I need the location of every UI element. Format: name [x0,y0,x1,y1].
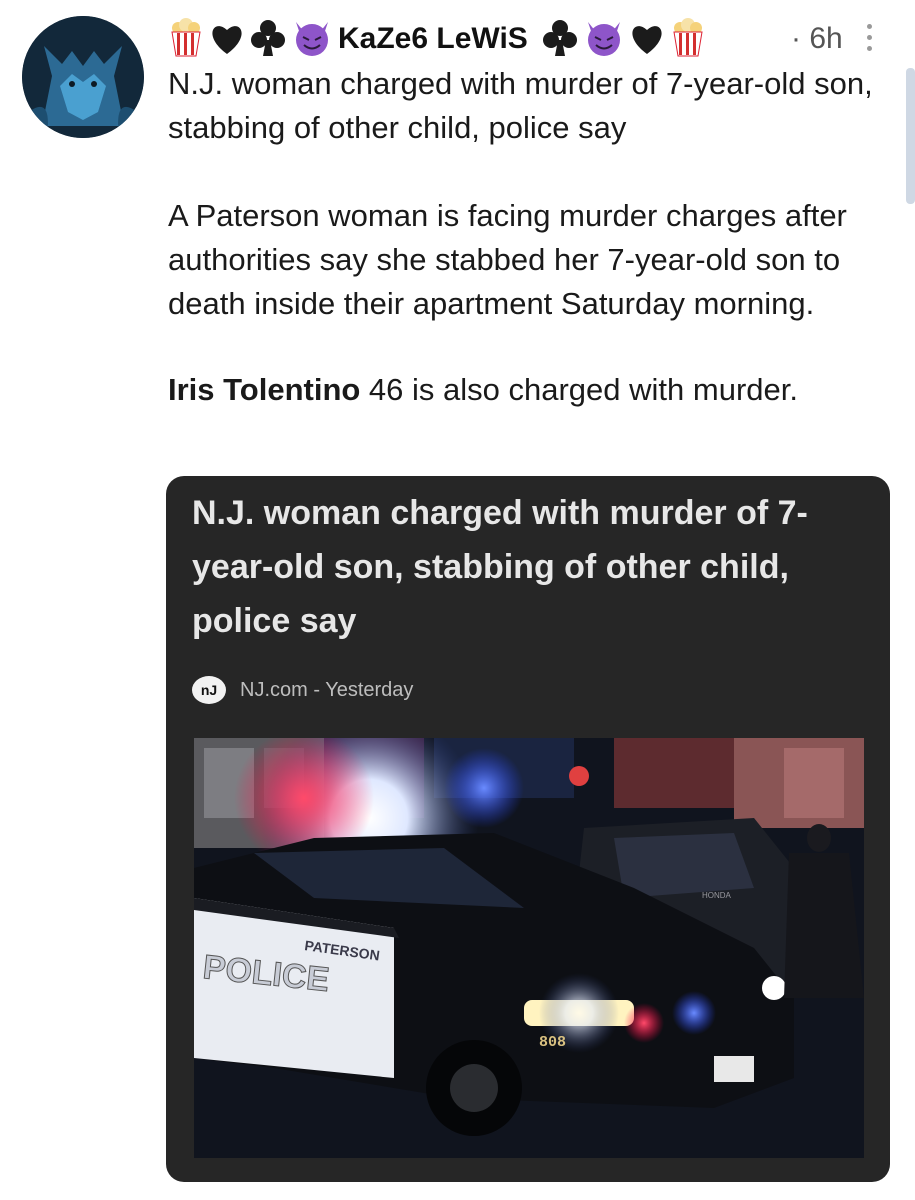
heart-icon [632,26,662,54]
tweet-body: N.J. woman charged with murder of 7-year… [168,62,880,412]
devil-icon [588,22,620,56]
popcorn-icon [673,18,703,57]
car-brand-text: HONDA [702,891,732,900]
card-title: N.J. woman charged with murder of 7-year… [192,494,808,640]
charge-text: 46 is also charged with murder. [360,372,798,407]
popcorn-icon [171,18,201,57]
car-number-text: 808 [539,1034,566,1051]
tweet-headline: N.J. woman charged with murder of 7-year… [168,66,873,145]
club-icon [543,20,577,56]
more-options-icon[interactable] [864,24,874,54]
wolf-avatar-icon [22,16,144,138]
tweet-header: KaZe6 LeWiS · 6h [168,14,888,60]
devil-icon [296,22,328,56]
police-car-photo: PATERSON POLICE 808 HONDA [194,738,864,1158]
card-source-text: NJ.com - Yesterday [240,678,414,701]
charged-person-name: Iris Tolentino [168,372,361,407]
card-image: PATERSON POLICE 808 HONDA [194,738,864,1158]
avatar[interactable] [22,16,144,138]
username[interactable]: KaZe6 LeWiS [338,22,528,56]
scrollbar[interactable] [906,68,915,204]
tweet-charge-line: Iris Tolentino 46 is also charged with m… [168,368,880,412]
tweet-paragraph: A Paterson woman is facing murder charge… [168,198,847,321]
nj-logo-icon: nJ [192,676,226,704]
timestamp[interactable]: · 6h [791,22,843,56]
card-source: nJ NJ.com - Yesterday [192,674,413,706]
club-icon [251,20,285,56]
heart-icon [212,26,242,54]
link-preview-card[interactable]: N.J. woman charged with murder of 7-year… [166,476,890,1182]
